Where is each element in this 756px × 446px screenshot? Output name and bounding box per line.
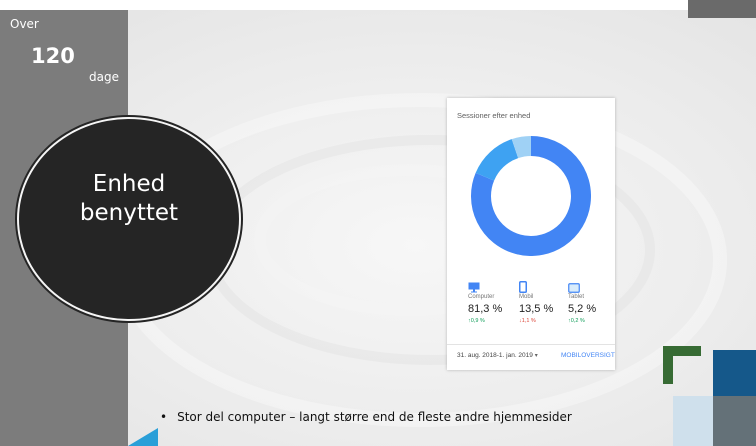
device-percentage: 81,3 %: [468, 303, 503, 315]
circle-title-line1: Enhed: [92, 171, 166, 197]
circle-title-line2: benyttet: [79, 200, 179, 226]
device-change: ↓1,1 %: [519, 318, 536, 324]
device-mobil: Mobil 13,5 % ↓1,1 %: [519, 280, 563, 324]
date-range-text: 31. aug. 2018-1. jan. 2019: [457, 352, 533, 359]
device-donut-chart: [471, 136, 591, 256]
gray-square-decoration: [713, 396, 756, 446]
light-blue-square-decoration: [673, 396, 713, 446]
device-change: ↑0,9 %: [468, 318, 485, 324]
device-label: Tablet: [568, 294, 585, 300]
device-change: ↑0,2 %: [568, 318, 585, 324]
bullet-item: • Stor del computer – langt større end de…: [160, 410, 572, 424]
analytics-card: Sessioner efter enhed Computer 81,3 % ↑0…: [447, 98, 615, 370]
bullet-dot: •: [160, 410, 168, 424]
blue-corner-decoration: [128, 428, 158, 446]
days-unit: dage: [89, 70, 119, 84]
desktop-icon: [468, 280, 512, 293]
tablet-icon: [568, 280, 612, 293]
green-corner-decoration-horizontal: [663, 346, 701, 356]
top-white-bar: [0, 0, 756, 10]
device-tablet: Tablet 5,2 % ↑0,2 %: [568, 280, 612, 324]
donut-slice-mobil: [475, 139, 519, 182]
device-percentage: 5,2 %: [568, 303, 597, 315]
device-label: Mobil: [519, 294, 534, 300]
bullet-text: Stor del computer – langt større end de …: [177, 410, 572, 424]
circle-title: Enhed benyttet: [17, 170, 241, 228]
device-computer: Computer 81,3 % ↑0,9 %: [468, 280, 512, 324]
date-range-selector[interactable]: 31. aug. 2018-1. jan. 2019 ▾: [457, 352, 538, 359]
caret-down-icon: ▾: [534, 353, 538, 359]
device-percentage: 13,5 %: [519, 303, 554, 315]
days-number: 120: [31, 44, 75, 68]
card-divider: [447, 344, 615, 345]
over-label: Over: [10, 17, 39, 31]
card-title: Sessioner efter enhed: [457, 111, 531, 120]
top-right-decoration: [688, 0, 756, 18]
donut-slice-tablet: [511, 136, 532, 159]
mobile-icon: [519, 280, 563, 293]
device-label: Computer: [468, 294, 495, 300]
mobiloversigt-link[interactable]: MOBILOVERSIGT: [561, 352, 615, 359]
blue-square-decoration: [713, 350, 756, 396]
